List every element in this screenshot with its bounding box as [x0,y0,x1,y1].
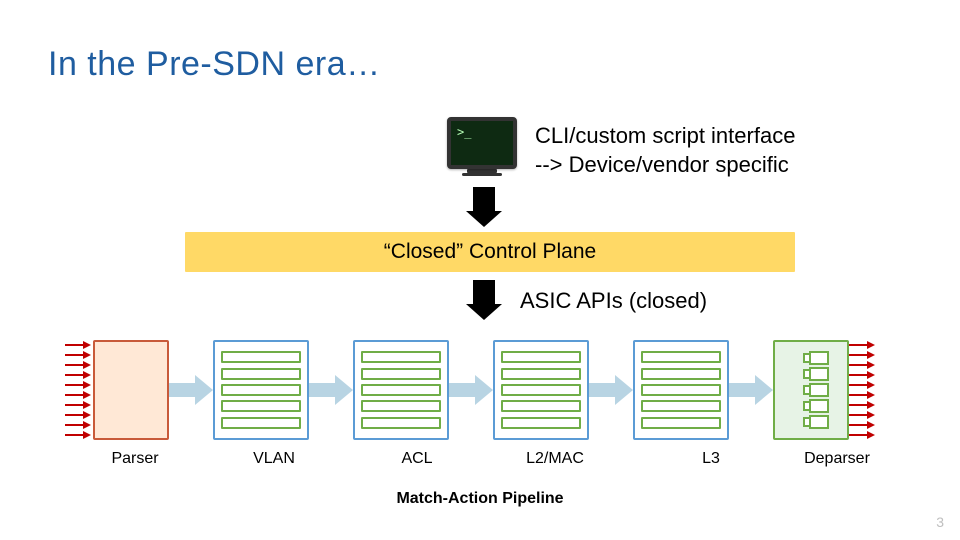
parser-block [93,340,169,440]
table-bar [501,400,581,412]
stage-l2mac [493,340,589,440]
input-arrows-icon [65,344,93,436]
table-bar [501,417,581,429]
asic-apis-label: ASIC APIs (closed) [520,288,707,314]
stage-l3 [633,340,729,440]
table-bar [221,351,301,363]
control-plane-bar: “Closed” Control Plane [185,232,795,272]
page-number: 3 [936,514,944,530]
arrow-down-to-control-plane-icon [466,187,502,227]
deparser-mini-icon [803,417,819,427]
match-action-pipeline [65,335,905,445]
table-bar [361,417,441,429]
cli-line-2: --> Device/vendor specific [535,151,795,180]
flow-arrow-icon [167,375,215,405]
table-bar [501,351,581,363]
table-bar [361,368,441,380]
deparser-mini-icon [803,369,819,379]
stage-acl [353,340,449,440]
deparser-mini-icon [803,353,819,363]
table-bar [221,400,301,412]
terminal-monitor-icon [447,117,517,177]
label-acl: ACL [367,450,467,468]
cli-line-1: CLI/custom script interface [535,122,795,151]
output-arrows-icon [849,344,877,436]
label-l3: L3 [671,450,751,468]
table-bar [641,384,721,396]
table-bar [641,400,721,412]
table-bar [501,368,581,380]
flow-arrow-icon [727,375,775,405]
label-vlan: VLAN [224,450,324,468]
label-l2mac: L2/MAC [485,450,625,468]
cli-description: CLI/custom script interface --> Device/v… [535,122,795,179]
table-bar [221,384,301,396]
pipeline-labels: Parser VLAN ACL L2/MAC L3 Deparser [65,450,905,478]
table-bar [361,384,441,396]
table-bar [501,384,581,396]
stage-vlan [213,340,309,440]
table-bar [221,368,301,380]
deparser-mini-icon [803,385,819,395]
table-bar [361,400,441,412]
table-bar [221,417,301,429]
table-bar [361,351,441,363]
table-bar [641,368,721,380]
monitor-base [462,173,502,176]
terminal-screen-icon [447,117,517,169]
label-deparser: Deparser [787,450,887,468]
flow-arrow-icon [307,375,355,405]
slide-title: In the Pre-SDN era… [48,45,381,84]
label-parser: Parser [95,450,175,468]
deparser-mini-icon [803,401,819,411]
arrow-down-to-asic-icon [466,280,502,320]
flow-arrow-icon [447,375,495,405]
pipeline-caption: Match-Action Pipeline [0,490,960,508]
deparser-block [773,340,849,440]
table-bar [641,351,721,363]
flow-arrow-icon [587,375,635,405]
table-bar [641,417,721,429]
